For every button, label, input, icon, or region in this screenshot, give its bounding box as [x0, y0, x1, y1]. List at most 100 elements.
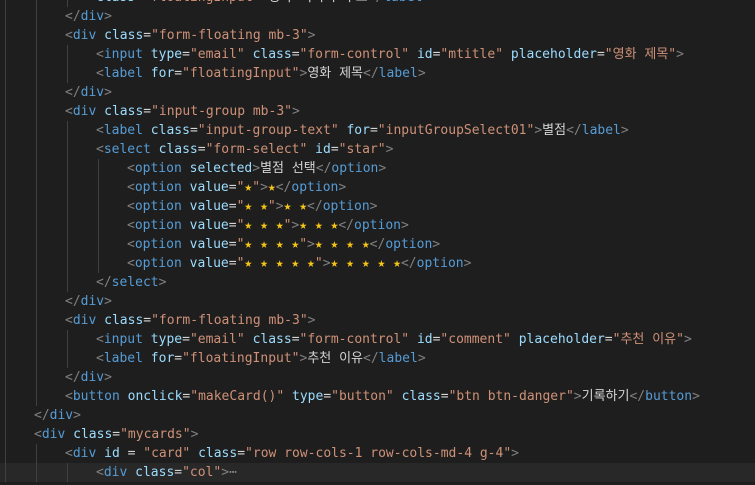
- attribute-name-token: id: [104, 446, 120, 461]
- punctuation-token: >: [275, 199, 284, 214]
- attribute-name-token: id: [416, 332, 433, 347]
- text-token: 별점: [542, 123, 567, 138]
- code-text: </div>: [65, 83, 112, 102]
- code-text: <option selected>별점 선택</option>: [127, 159, 386, 178]
- attribute-name-token: class: [96, 0, 135, 5]
- punctuation-token: >: [221, 465, 230, 480]
- punctuation-token: <: [96, 123, 104, 138]
- tag-name-token: option: [134, 180, 182, 195]
- text-token: =: [174, 351, 183, 366]
- code-line[interactable]: <option value="★ ★">★ ★</option>: [0, 197, 755, 216]
- code-line[interactable]: </div>: [0, 368, 755, 387]
- punctuation-token: </: [629, 389, 646, 404]
- text-token: =: [228, 237, 237, 252]
- code-line[interactable]: <label class="input-group-text" for="inp…: [0, 121, 755, 140]
- fold-ellipsis-icon[interactable]: ⋯: [229, 465, 237, 480]
- tag-name-token: label: [378, 351, 418, 366]
- punctuation-token: <: [127, 161, 135, 176]
- indent-guide: [36, 216, 37, 235]
- code-line[interactable]: <button onclick="makeCard()" type="butto…: [0, 387, 755, 406]
- punctuation-token: >: [369, 199, 378, 214]
- string-token: "email": [189, 47, 245, 62]
- star-glyph: ★ ★ ★ ★ ★: [244, 256, 315, 271]
- punctuation-token: >: [104, 294, 112, 309]
- code-line[interactable]: </div>: [0, 292, 755, 311]
- code-line[interactable]: </select>: [0, 273, 755, 292]
- tag-name-token: select: [103, 142, 151, 157]
- code-line[interactable]: <label for="floatingInput">영화 제목</label>: [0, 64, 755, 83]
- code-line[interactable]: <div id = "card" class="row row-cols-1 r…: [0, 444, 755, 463]
- code-line[interactable]: <select class="form-select" id="star">: [0, 140, 755, 159]
- tag-name-token: div: [103, 465, 128, 480]
- punctuation-token: >: [683, 332, 692, 347]
- code-line[interactable]: <input type="email" class="form-control"…: [0, 45, 755, 64]
- indent-guide: [5, 311, 6, 330]
- code-text: <label class="input-group-text" for="inp…: [96, 121, 629, 140]
- punctuation-token: <: [65, 446, 73, 461]
- code-line[interactable]: <option value="★">★</option>: [0, 178, 755, 197]
- code-line[interactable]: </div>: [0, 406, 755, 425]
- punctuation-token: </: [369, 237, 386, 252]
- code-line[interactable]: <div class="form-floating mb-3">: [0, 311, 755, 330]
- tag-name-token: div: [80, 370, 105, 385]
- tag-name-token: label: [383, 0, 422, 5]
- code-line[interactable]: </div>: [0, 7, 755, 26]
- code-text: <label for="floatingInput">영화 제목</label>: [96, 64, 426, 83]
- tag-name-token: option: [134, 237, 182, 252]
- code-text: <input type="email" class="form-control"…: [96, 330, 692, 349]
- code-line[interactable]: <option value="★ ★ ★">★ ★ ★</option>: [0, 216, 755, 235]
- indent-guide: [67, 159, 68, 178]
- star-glyph: ★ ★ ★: [244, 218, 284, 233]
- attribute-name-token: class: [158, 142, 198, 157]
- code-line[interactable]: </div>: [0, 83, 755, 102]
- attribute-name-token: for: [150, 351, 175, 366]
- star-glyph: ★ ★: [283, 199, 308, 214]
- punctuation-token: <: [127, 218, 135, 233]
- indent-guide: [5, 273, 6, 292]
- tag-name-token: label: [103, 123, 143, 138]
- indent-guide: [5, 140, 6, 159]
- string-token: "floatingInput": [143, 0, 260, 5]
- code-line[interactable]: <option selected>별점 선택</option>: [0, 159, 755, 178]
- code-line[interactable]: <label for="floatingInput">추천 이유</label>: [0, 349, 755, 368]
- indent-guide: [36, 64, 37, 83]
- code-line[interactable]: class="floatingInput">영화 이미지 주소</label>: [0, 0, 755, 7]
- tag-name-token: option: [134, 161, 182, 176]
- indent-guide: [36, 235, 37, 254]
- tag-name-token: option: [291, 180, 339, 195]
- code-line[interactable]: <option value="★ ★ ★ ★">★ ★ ★ ★</option>: [0, 235, 755, 254]
- attribute-name-token: selected: [189, 161, 253, 176]
- tag-name-token: div: [72, 446, 97, 461]
- code-line[interactable]: <div class="input-group mb-3">: [0, 102, 755, 121]
- code-text: <input type="email" class="form-control"…: [96, 45, 684, 64]
- indent-guide: [5, 406, 6, 425]
- attribute-name-token: class: [401, 389, 441, 404]
- indent-guide: [5, 7, 6, 26]
- text-token: =: [182, 47, 190, 62]
- punctuation-token: >: [307, 313, 316, 328]
- text-token: 영화 이미지 주소: [268, 0, 367, 5]
- indent-guide: [36, 140, 37, 159]
- tag-name-token: div: [72, 28, 97, 43]
- indent-guide: [36, 444, 37, 463]
- code-line-current[interactable]: <div class="col">⋯: [0, 463, 755, 482]
- string-token: ": [252, 180, 261, 195]
- code-line[interactable]: <div class="form-floating mb-3">: [0, 26, 755, 45]
- tag-name-token: option: [416, 256, 464, 271]
- tag-name-token: button: [645, 389, 693, 404]
- indent-guide: [5, 254, 6, 273]
- code-text: <div class="form-floating mb-3">: [65, 26, 315, 45]
- code-line[interactable]: <input type="email" class="form-control"…: [0, 330, 755, 349]
- punctuation-token: >: [432, 237, 441, 252]
- code-text: <option value="★ ★ ★ ★ ★">★ ★ ★ ★ ★</opt…: [127, 254, 471, 273]
- tag-name-token: div: [80, 85, 105, 100]
- code-line[interactable]: <div class="mycards">: [0, 425, 755, 444]
- code-line[interactable]: <option value="★ ★ ★ ★ ★">★ ★ ★ ★ ★</opt…: [0, 254, 755, 273]
- code-editor[interactable]: class="floatingInput">영화 이미지 주소</label><…: [0, 0, 755, 485]
